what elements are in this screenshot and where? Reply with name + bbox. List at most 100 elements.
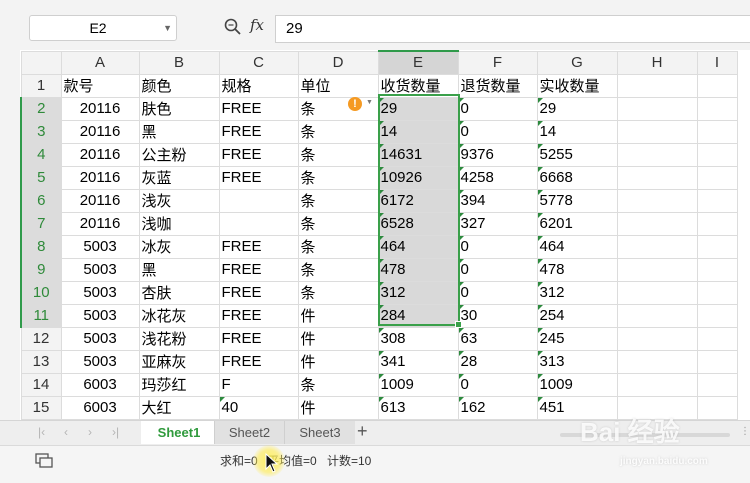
cell-c1[interactable]: 规格: [218, 73, 299, 98]
more-icon[interactable]: ⋮: [740, 426, 750, 437]
cell-b11[interactable]: 冰花灰: [138, 303, 220, 328]
column-header-g[interactable]: G: [536, 50, 618, 75]
cell-d3[interactable]: 条: [297, 119, 379, 144]
cell-c2[interactable]: FREE: [218, 96, 299, 121]
cell-i14[interactable]: [696, 372, 738, 397]
cell-a10[interactable]: 5003: [60, 280, 140, 305]
cell-i12[interactable]: [696, 326, 738, 351]
cell-b6[interactable]: 浅灰: [138, 188, 220, 213]
cell-g14[interactable]: 1009: [536, 372, 618, 397]
cell-a15[interactable]: 6003: [60, 395, 140, 420]
prev-sheet-icon[interactable]: ‹: [64, 425, 68, 439]
cell-a1[interactable]: 款号: [60, 73, 140, 98]
cell-a7[interactable]: 20116: [60, 211, 140, 236]
name-box[interactable]: E2 ▼: [29, 15, 177, 41]
cell-h13[interactable]: [616, 349, 698, 374]
row-header[interactable]: 11: [20, 303, 62, 328]
chevron-down-icon[interactable]: ▼: [366, 99, 373, 106]
horizontal-scrollbar[interactable]: [560, 433, 730, 437]
cell-c10[interactable]: FREE: [218, 280, 299, 305]
cell-e3[interactable]: 14: [377, 119, 459, 144]
cell-e1[interactable]: 收货数量: [377, 73, 459, 98]
cell-d9[interactable]: 条: [297, 257, 379, 282]
cell-c11[interactable]: FREE: [218, 303, 299, 328]
fx-icon[interactable]: fx: [250, 16, 264, 34]
cell-e8[interactable]: 464: [377, 234, 459, 259]
cell-i13[interactable]: [696, 349, 738, 374]
cell-d8[interactable]: 条: [297, 234, 379, 259]
cell-b9[interactable]: 黑: [138, 257, 220, 282]
formula-input[interactable]: 29: [275, 15, 750, 43]
cell-g4[interactable]: 5255: [536, 142, 618, 167]
cell-d14[interactable]: 条: [297, 372, 379, 397]
cell-h6[interactable]: [616, 188, 698, 213]
cell-f13[interactable]: 28: [457, 349, 538, 374]
cell-a4[interactable]: 20116: [60, 142, 140, 167]
cell-h2[interactable]: [616, 96, 698, 121]
cell-e14[interactable]: 1009: [377, 372, 459, 397]
cell-a3[interactable]: 20116: [60, 119, 140, 144]
row-header[interactable]: 2: [20, 96, 62, 121]
last-sheet-icon[interactable]: ›|: [112, 425, 119, 439]
cell-b14[interactable]: 玛莎红: [138, 372, 220, 397]
cell-g6[interactable]: 5778: [536, 188, 618, 213]
cell-g12[interactable]: 245: [536, 326, 618, 351]
cell-a11[interactable]: 5003: [60, 303, 140, 328]
cell-b13[interactable]: 亚麻灰: [138, 349, 220, 374]
cell-h8[interactable]: [616, 234, 698, 259]
row-header[interactable]: 10: [20, 280, 62, 305]
cell-b7[interactable]: 浅咖: [138, 211, 220, 236]
cell-c5[interactable]: FREE: [218, 165, 299, 190]
cell-c7[interactable]: [218, 211, 299, 236]
cell-d1[interactable]: 单位: [297, 73, 379, 98]
cell-g13[interactable]: 313: [536, 349, 618, 374]
cell-h4[interactable]: [616, 142, 698, 167]
cell-h14[interactable]: [616, 372, 698, 397]
cell-c8[interactable]: FREE: [218, 234, 299, 259]
cell-e11[interactable]: 284: [377, 303, 459, 328]
cell-f8[interactable]: 0: [457, 234, 538, 259]
cell-d13[interactable]: 件: [297, 349, 379, 374]
cell-h5[interactable]: [616, 165, 698, 190]
spreadsheet-grid[interactable]: A B C D E F G H I 1 款号 颜色 规格 单位 收货数量 退货数量 实收数量 2 20116 肤色 FR…: [20, 50, 738, 420]
tab-sheet3[interactable]: Sheet3: [284, 421, 355, 444]
cell-e13[interactable]: 341: [377, 349, 459, 374]
row-header[interactable]: 9: [20, 257, 62, 282]
column-header-b[interactable]: B: [138, 50, 220, 75]
column-header-c[interactable]: C: [218, 50, 299, 75]
cell-a13[interactable]: 5003: [60, 349, 140, 374]
cell-i10[interactable]: [696, 280, 738, 305]
cell-d4[interactable]: 条: [297, 142, 379, 167]
cell-f11[interactable]: 30: [457, 303, 538, 328]
cell-i4[interactable]: [696, 142, 738, 167]
column-header-e[interactable]: E: [377, 50, 459, 75]
select-all-corner[interactable]: [20, 50, 62, 75]
status-layout-icon[interactable]: [35, 452, 53, 468]
cell-g15[interactable]: 451: [536, 395, 618, 420]
cell-d12[interactable]: 件: [297, 326, 379, 351]
column-header-d[interactable]: D: [297, 50, 379, 75]
cell-g2[interactable]: 29: [536, 96, 618, 121]
cell-c6[interactable]: [218, 188, 299, 213]
cell-b10[interactable]: 杏肤: [138, 280, 220, 305]
cell-a5[interactable]: 20116: [60, 165, 140, 190]
cell-c3[interactable]: FREE: [218, 119, 299, 144]
cell-f14[interactable]: 0: [457, 372, 538, 397]
cell-g7[interactable]: 6201: [536, 211, 618, 236]
cell-e10[interactable]: 312: [377, 280, 459, 305]
tab-sheet2[interactable]: Sheet2: [214, 421, 284, 444]
cell-i9[interactable]: [696, 257, 738, 282]
cell-f4[interactable]: 9376: [457, 142, 538, 167]
cell-c9[interactable]: FREE: [218, 257, 299, 282]
cell-d11[interactable]: 件: [297, 303, 379, 328]
cell-h1[interactable]: [616, 73, 698, 98]
cell-i8[interactable]: [696, 234, 738, 259]
row-header[interactable]: 7: [20, 211, 62, 236]
cell-i6[interactable]: [696, 188, 738, 213]
cell-b15[interactable]: 大红: [138, 395, 220, 420]
cell-c13[interactable]: FREE: [218, 349, 299, 374]
cell-c15[interactable]: 40: [218, 395, 299, 420]
cell-a2[interactable]: 20116: [60, 96, 140, 121]
cell-f15[interactable]: 162: [457, 395, 538, 420]
cell-i3[interactable]: [696, 119, 738, 144]
